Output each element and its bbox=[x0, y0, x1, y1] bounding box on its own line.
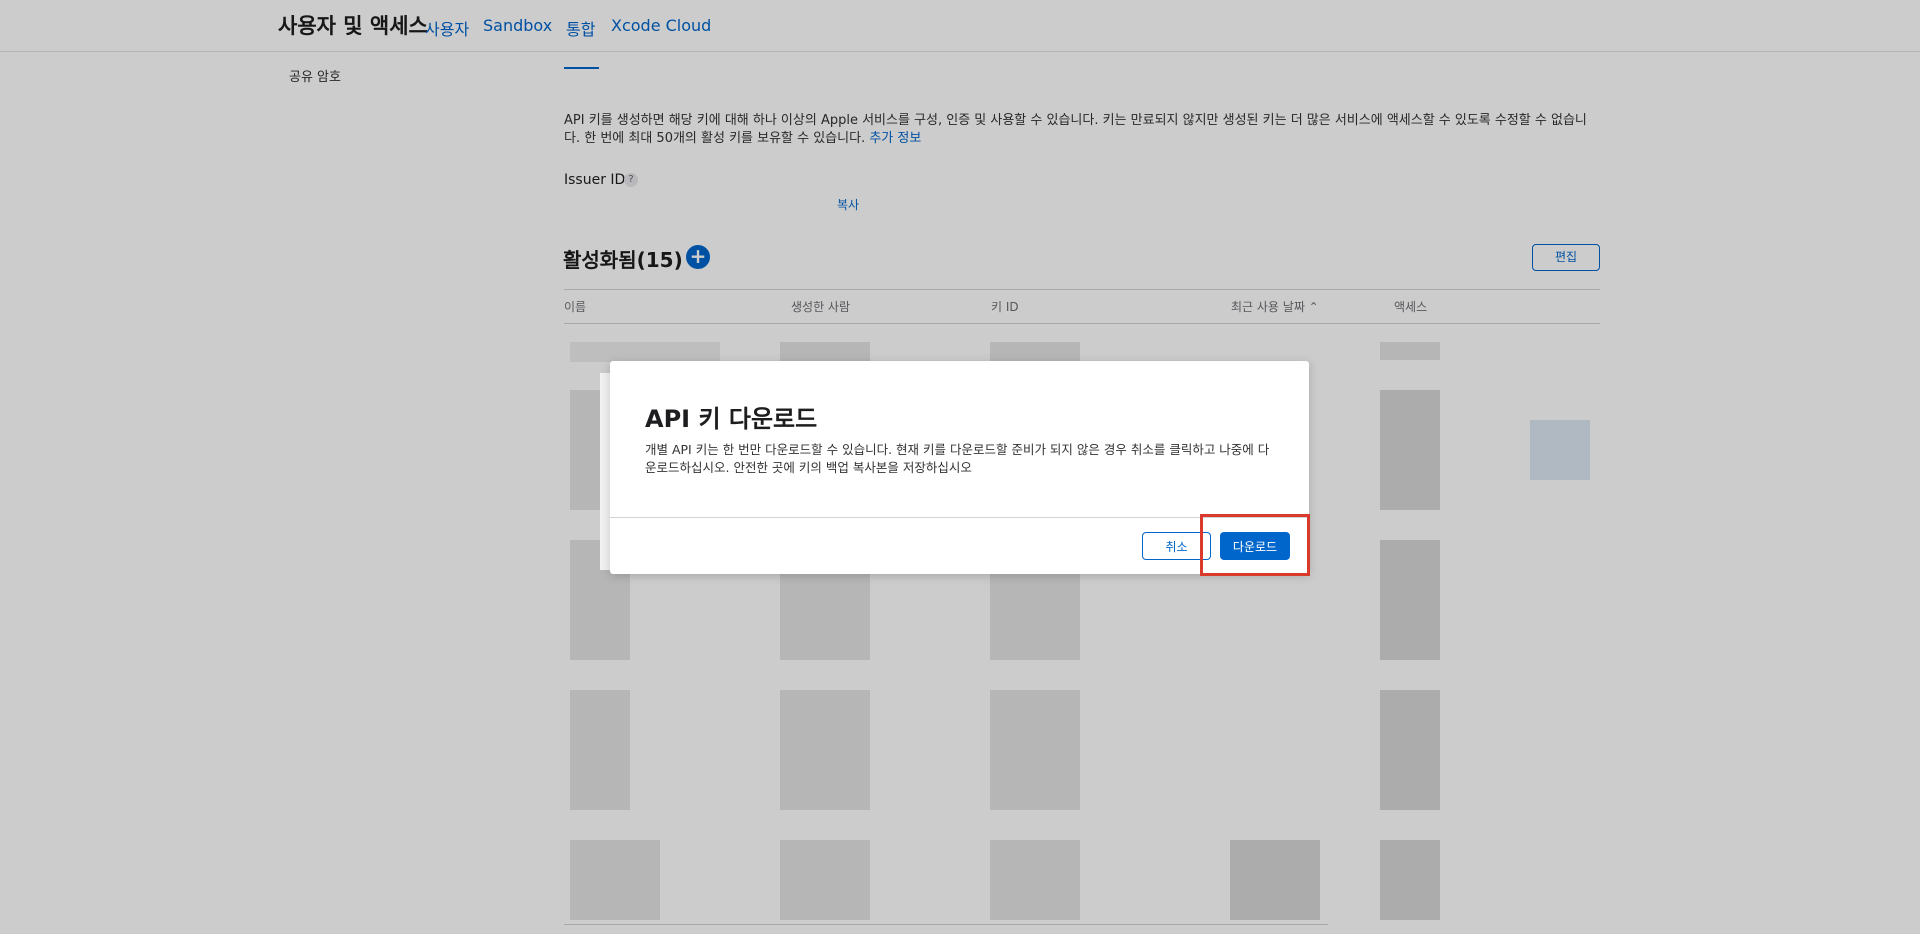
dialog-backdrop-panel bbox=[600, 373, 610, 570]
download-button-highlight bbox=[1200, 514, 1310, 576]
dialog-message: 개별 API 키는 한 번만 다운로드할 수 있습니다. 현재 키를 다운로드할… bbox=[645, 442, 1270, 475]
dialog-title: API 키 다운로드 bbox=[645, 405, 818, 433]
